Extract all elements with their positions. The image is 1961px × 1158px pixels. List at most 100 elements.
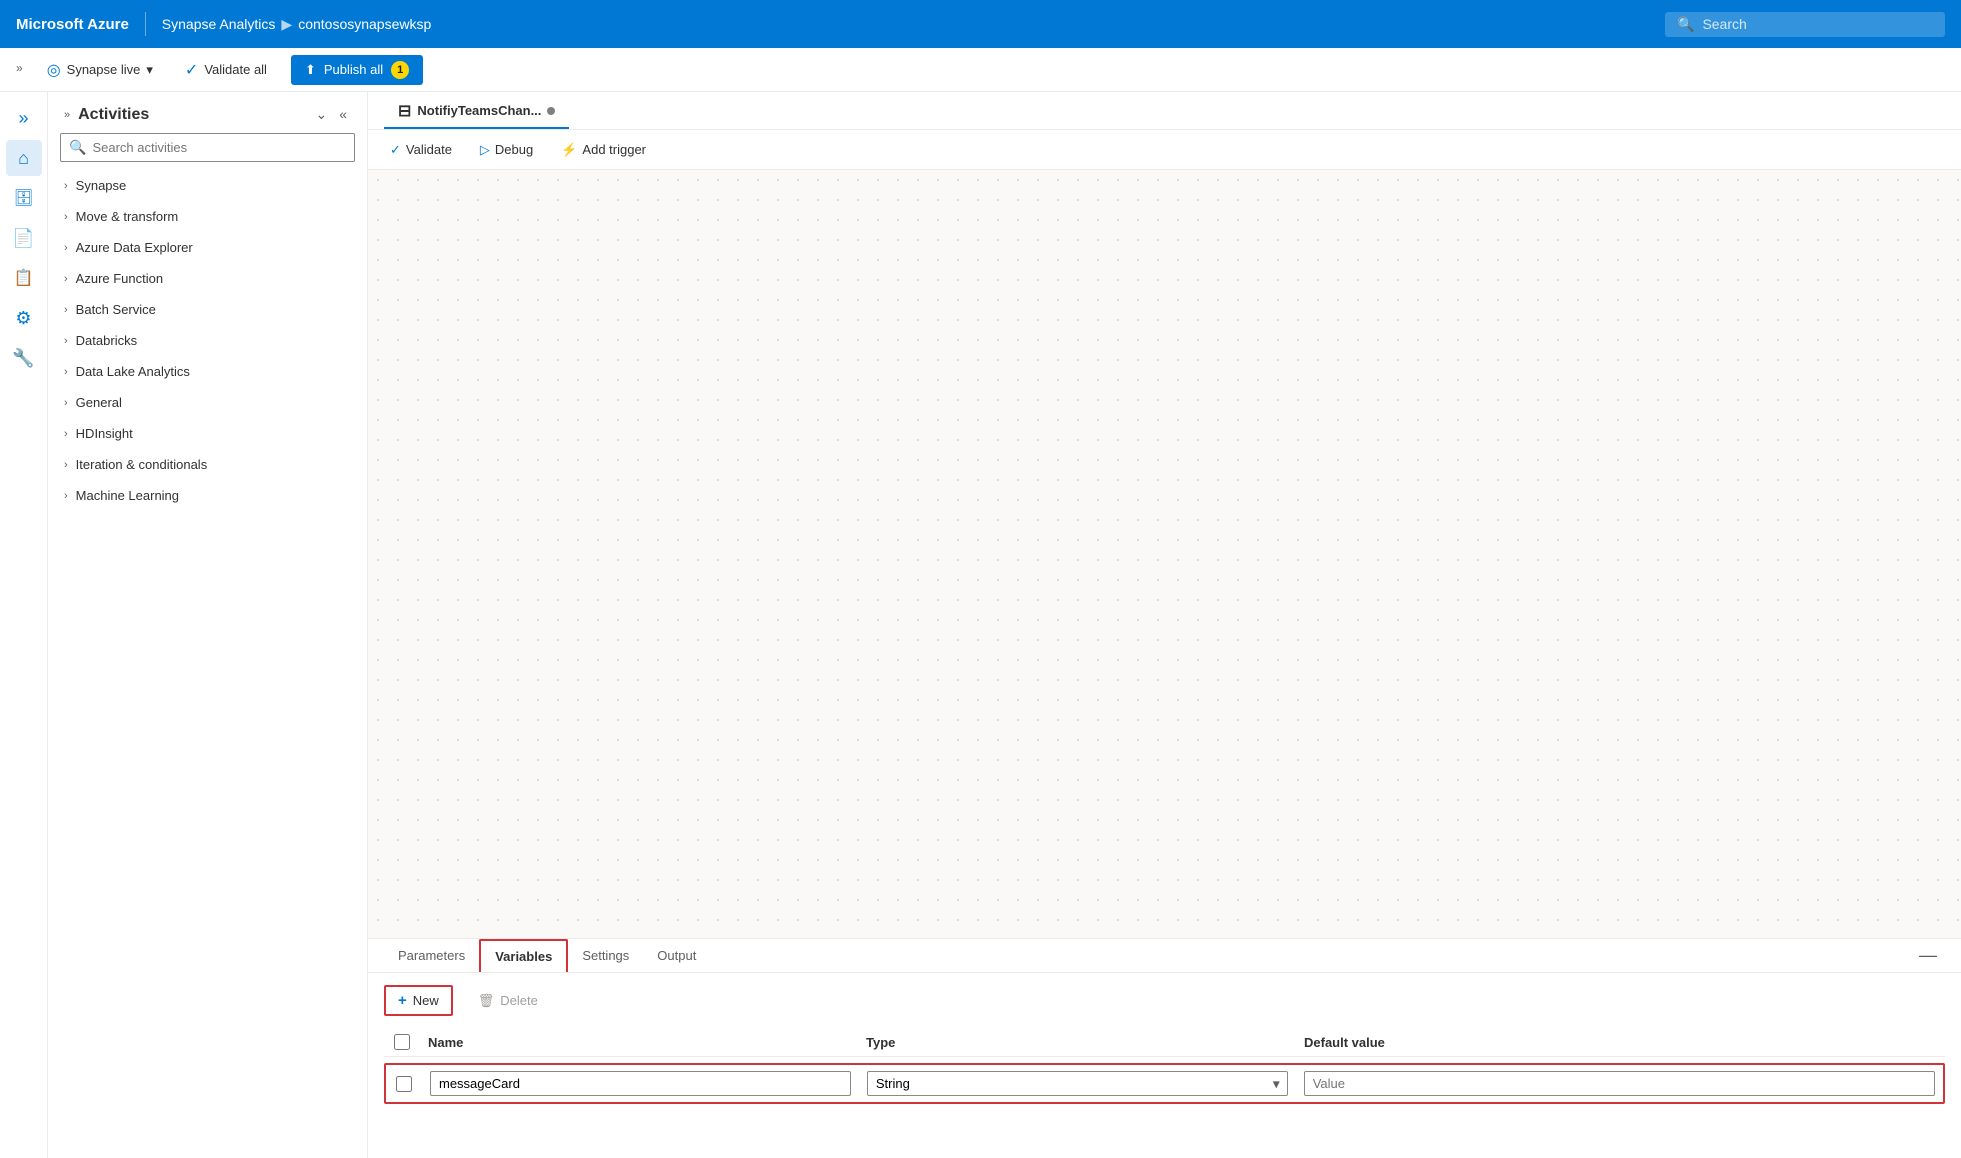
activity-data-lake-analytics[interactable]: › Data Lake Analytics bbox=[48, 356, 367, 387]
tab-settings-label: Settings bbox=[582, 948, 629, 963]
brand-title: Microsoft Azure bbox=[16, 16, 129, 33]
activity-machine-learning[interactable]: › Machine Learning bbox=[48, 480, 367, 511]
publish-all-button[interactable]: ⬆ Publish all 1 bbox=[291, 55, 423, 85]
collapse-icon[interactable]: ⌄ bbox=[311, 104, 331, 125]
activity-move-transform[interactable]: › Move & transform bbox=[48, 201, 367, 232]
tab-output-label: Output bbox=[657, 948, 696, 963]
debug-button[interactable]: ▷ Debug bbox=[474, 139, 539, 161]
second-toolbar: » ◎ Synapse live ▾ ✓ Validate all ⬆ Publ… bbox=[0, 48, 1961, 92]
header-default-col: Default value bbox=[1296, 1035, 1945, 1050]
tab-variables-label: Variables bbox=[495, 949, 552, 964]
validate-all-label: Validate all bbox=[204, 62, 267, 77]
activity-databricks[interactable]: › Databricks bbox=[48, 325, 367, 356]
validate-label: Validate bbox=[406, 142, 452, 157]
header-name-col: Name bbox=[420, 1035, 858, 1050]
validate-all-button[interactable]: ✓ Validate all bbox=[177, 56, 275, 84]
nav-service[interactable]: Synapse Analytics bbox=[162, 16, 276, 32]
synapse-live-selector[interactable]: ◎ Synapse live ▾ bbox=[39, 56, 161, 84]
chevron-icon: › bbox=[64, 459, 68, 471]
new-button-label: New bbox=[413, 993, 439, 1008]
top-bar: Microsoft Azure Synapse Analytics ▶ cont… bbox=[0, 0, 1961, 48]
validate-icon: ✓ bbox=[185, 60, 198, 80]
chevron-icon: › bbox=[64, 180, 68, 192]
pipeline-tab[interactable]: ⊟ NotifiyTeamsChan... bbox=[384, 93, 569, 129]
top-nav: Synapse Analytics ▶ contososynapsewksp bbox=[162, 16, 431, 33]
pipeline-tab-icon: ⊟ bbox=[398, 101, 411, 121]
rail-monitor-icon[interactable]: ⚙ bbox=[6, 300, 42, 336]
variable-name-input[interactable] bbox=[430, 1071, 851, 1096]
publish-icon: ⬆ bbox=[305, 62, 316, 78]
rail-expand-btn[interactable]: » bbox=[6, 100, 42, 136]
add-trigger-label: Add trigger bbox=[582, 142, 646, 157]
header-type-label: Type bbox=[866, 1035, 895, 1050]
rail-develop-icon[interactable]: 📄 bbox=[6, 220, 42, 256]
variables-content: + New 🗑 Delete Name bbox=[368, 973, 1961, 1158]
select-all-checkbox[interactable] bbox=[394, 1034, 410, 1050]
search-activities-box[interactable]: 🔍 bbox=[60, 133, 355, 162]
rail-manage-icon[interactable]: 🔧 bbox=[6, 340, 42, 376]
activity-hdinsight[interactable]: › HDInsight bbox=[48, 418, 367, 449]
chevron-icon: › bbox=[64, 211, 68, 223]
pipeline-canvas[interactable] bbox=[368, 170, 1961, 938]
header-type-col: Type bbox=[858, 1035, 1296, 1050]
tab-output[interactable]: Output bbox=[643, 940, 710, 971]
new-variable-button[interactable]: + New bbox=[384, 985, 453, 1016]
canvas-grid bbox=[368, 170, 1961, 938]
type-select-wrapper: String Boolean Integer Array bbox=[867, 1071, 1288, 1096]
header-default-label: Default value bbox=[1304, 1035, 1385, 1050]
row-name-col bbox=[422, 1071, 859, 1096]
expand-icon[interactable]: » bbox=[16, 61, 23, 75]
icon-rail: » ⌂ 🗄 📄 📋 ⚙ 🔧 bbox=[0, 92, 48, 1158]
bottom-tab-strip: Parameters Variables Settings Output — bbox=[368, 939, 1961, 973]
minimize-panel-icon[interactable]: — bbox=[1911, 941, 1945, 970]
chevron-icon: › bbox=[64, 304, 68, 316]
rail-home-icon[interactable]: ⌂ bbox=[6, 140, 42, 176]
rail-data-icon[interactable]: 🗄 bbox=[6, 180, 42, 216]
bottom-panel: Parameters Variables Settings Output — + bbox=[368, 938, 1961, 1158]
table-row: String Boolean Integer Array bbox=[384, 1063, 1945, 1104]
unsaved-indicator bbox=[547, 107, 555, 115]
activity-general[interactable]: › General bbox=[48, 387, 367, 418]
activity-data-explorer[interactable]: › Azure Data Explorer bbox=[48, 232, 367, 263]
activity-synapse[interactable]: › Synapse bbox=[48, 170, 367, 201]
collapse-left-icon[interactable]: « bbox=[335, 104, 351, 125]
header-name-label: Name bbox=[428, 1035, 463, 1050]
add-trigger-button[interactable]: ⚡ Add trigger bbox=[555, 139, 652, 161]
activity-label: Data Lake Analytics bbox=[76, 364, 190, 379]
variable-default-input[interactable] bbox=[1304, 1071, 1935, 1096]
tab-settings[interactable]: Settings bbox=[568, 940, 643, 971]
nav-chevron: ▶ bbox=[281, 16, 292, 33]
tab-variables[interactable]: Variables bbox=[479, 939, 568, 972]
tab-strip: ⊟ NotifiyTeamsChan... bbox=[368, 92, 1961, 130]
activity-iteration-conditionals[interactable]: › Iteration & conditionals bbox=[48, 449, 367, 480]
row-checkbox[interactable] bbox=[396, 1076, 412, 1092]
chevron-icon: › bbox=[64, 366, 68, 378]
top-divider bbox=[145, 12, 146, 36]
activities-list: › Synapse › Move & transform › Azure Dat… bbox=[48, 170, 367, 1158]
global-search[interactable]: 🔍 bbox=[1665, 12, 1945, 37]
activity-label: Azure Function bbox=[76, 271, 163, 286]
plus-icon: + bbox=[398, 992, 407, 1009]
search-activities-input[interactable] bbox=[92, 140, 346, 155]
expand-panel-icon[interactable]: » bbox=[64, 109, 70, 121]
activity-batch-service[interactable]: › Batch Service bbox=[48, 294, 367, 325]
table-header-row: Name Type Default value bbox=[384, 1028, 1945, 1057]
activity-label: Iteration & conditionals bbox=[76, 457, 208, 472]
variable-type-select[interactable]: String Boolean Integer Array bbox=[867, 1071, 1288, 1096]
search-input[interactable] bbox=[1702, 16, 1922, 32]
activities-panel: » Activities ⌄ « 🔍 › Synapse › Move & tr… bbox=[48, 92, 368, 1158]
dropdown-icon: ▾ bbox=[146, 62, 153, 78]
chevron-icon: › bbox=[64, 397, 68, 409]
search-icon: 🔍 bbox=[1677, 16, 1694, 33]
validate-check-icon: ✓ bbox=[390, 142, 401, 158]
publish-all-label: Publish all bbox=[324, 62, 383, 77]
validate-button[interactable]: ✓ Validate bbox=[384, 139, 458, 161]
activity-label: Azure Data Explorer bbox=[76, 240, 193, 255]
activity-azure-function[interactable]: › Azure Function bbox=[48, 263, 367, 294]
var-actions: + New 🗑 Delete bbox=[384, 985, 1945, 1016]
debug-icon: ▷ bbox=[480, 142, 490, 158]
nav-workspace[interactable]: contososynapsewksp bbox=[298, 16, 431, 32]
rail-integrate-icon[interactable]: 📋 bbox=[6, 260, 42, 296]
delete-variable-button[interactable]: 🗑 Delete bbox=[465, 987, 551, 1015]
tab-parameters[interactable]: Parameters bbox=[384, 940, 479, 971]
